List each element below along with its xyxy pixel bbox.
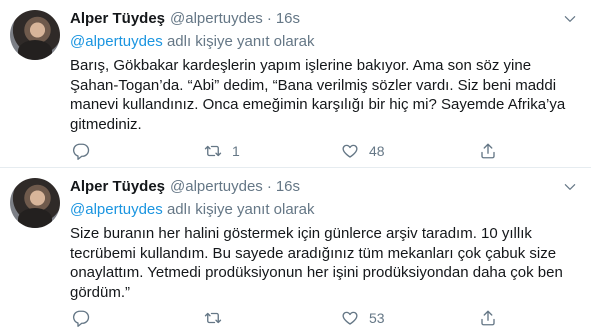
- tweet[interactable]: Alper Tüydeş @alpertuydes · 16s @alpertu…: [0, 168, 591, 335]
- retweet-count: 1: [232, 143, 240, 159]
- author-handle[interactable]: @alpertuydes: [170, 178, 263, 195]
- action-bar: 1 48: [70, 140, 570, 162]
- reply-context: @alpertuydes adlı kişiye yanıt olarak: [70, 201, 315, 218]
- tweet-text: Barış, Gökbakar kardeşlerin yapım işleri…: [70, 57, 566, 133]
- tweet[interactable]: Alper Tüydeş @alpertuydes · 16s @alpertu…: [0, 0, 591, 168]
- timestamp[interactable]: 16s: [276, 178, 300, 195]
- author-name[interactable]: Alper Tüydeş: [70, 178, 165, 195]
- heart-icon: [342, 311, 358, 325]
- chevron-down-icon[interactable]: [563, 180, 577, 194]
- reply-context-label: adlı kişiye yanıt olarak: [166, 201, 315, 218]
- share-icon: [481, 310, 495, 326]
- reply-context-label: adlı kişiye yanıt olarak: [166, 33, 315, 50]
- reply-button[interactable]: [72, 140, 100, 162]
- separator-dot: ·: [266, 178, 272, 195]
- like-count: 53: [369, 310, 385, 326]
- tweet-header: Alper Tüydeş @alpertuydes · 16s: [70, 10, 300, 30]
- reply-icon: [72, 310, 90, 327]
- retweet-button[interactable]: 1: [204, 140, 240, 162]
- separator-dot: ·: [266, 10, 272, 27]
- reply-context: @alpertuydes adlı kişiye yanıt olarak: [70, 33, 315, 50]
- reply-icon: [72, 143, 90, 160]
- share-button[interactable]: [479, 307, 497, 329]
- chevron-down-icon[interactable]: [563, 12, 577, 26]
- reply-button[interactable]: [72, 307, 100, 329]
- like-button[interactable]: 48: [341, 140, 385, 162]
- action-bar: 53: [70, 307, 570, 329]
- retweet-icon: [204, 312, 222, 324]
- retweet-button[interactable]: [204, 307, 232, 329]
- author-name[interactable]: Alper Tüydeş: [70, 10, 165, 27]
- heart-icon: [342, 144, 358, 158]
- reply-mention-link[interactable]: @alpertuydes: [70, 201, 163, 218]
- like-count: 48: [369, 143, 385, 159]
- share-button[interactable]: [479, 140, 497, 162]
- avatar[interactable]: [10, 178, 60, 228]
- tweet-text: Size buranın her halini göstermek için g…: [70, 225, 563, 301]
- share-icon: [481, 143, 495, 159]
- author-handle[interactable]: @alpertuydes: [170, 10, 263, 27]
- retweet-icon: [204, 145, 222, 157]
- timestamp[interactable]: 16s: [276, 10, 300, 27]
- reply-mention-link[interactable]: @alpertuydes: [70, 33, 163, 50]
- avatar[interactable]: [10, 10, 60, 60]
- tweet-header: Alper Tüydeş @alpertuydes · 16s: [70, 178, 300, 198]
- like-button[interactable]: 53: [341, 307, 385, 329]
